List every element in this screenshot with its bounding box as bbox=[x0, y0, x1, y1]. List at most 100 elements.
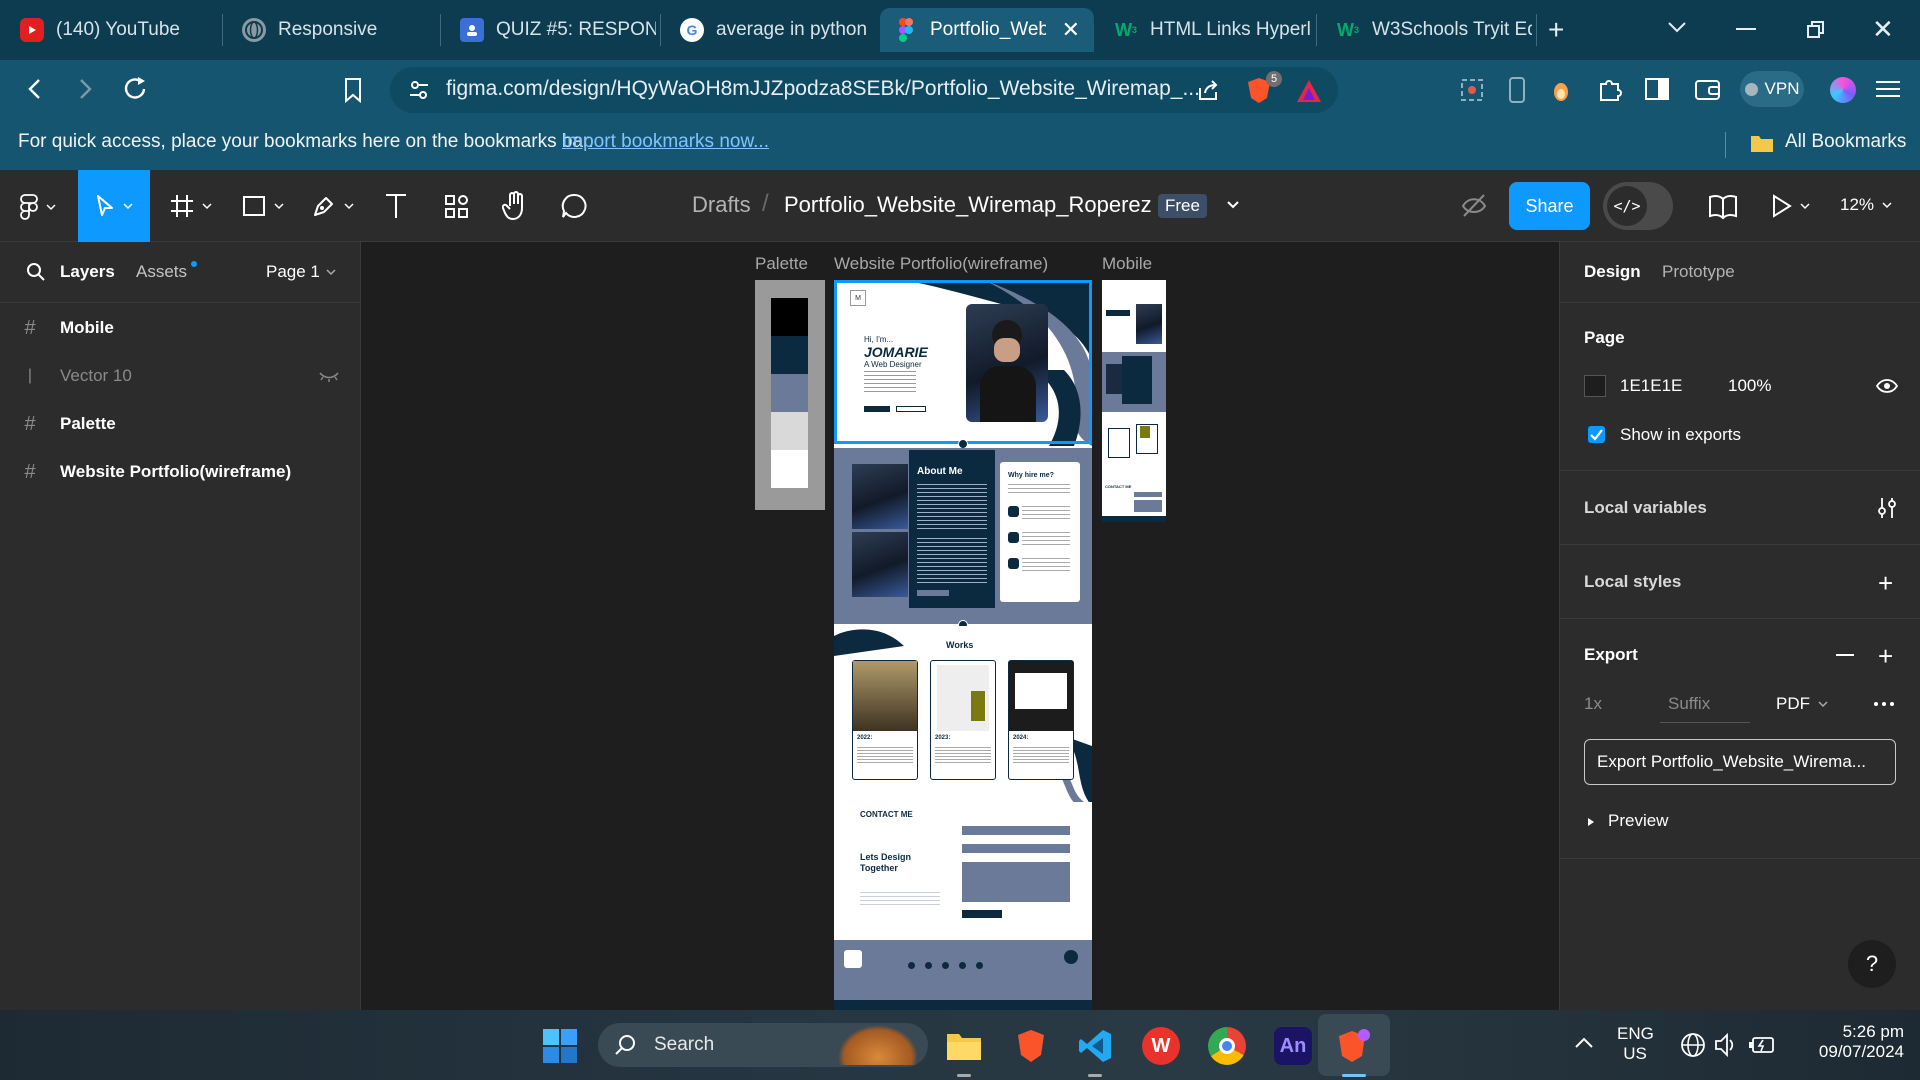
screenshot-icon[interactable] bbox=[1460, 78, 1484, 102]
export-more-icon[interactable] bbox=[1874, 702, 1894, 706]
language-indicator[interactable]: ENG US bbox=[1617, 1024, 1654, 1064]
breadcrumb-drafts[interactable]: Drafts bbox=[692, 192, 751, 218]
page-color-hex[interactable]: 1E1E1E bbox=[1620, 376, 1682, 396]
all-bookmarks-button[interactable]: All Bookmarks bbox=[1785, 131, 1906, 153]
eye-icon[interactable] bbox=[1876, 378, 1898, 394]
tray-chevron-up-icon[interactable] bbox=[1574, 1036, 1594, 1050]
volume-icon[interactable] bbox=[1714, 1032, 1738, 1058]
comment-tool-button[interactable] bbox=[560, 192, 588, 220]
remove-export-icon[interactable] bbox=[1836, 654, 1854, 656]
reload-button[interactable] bbox=[122, 75, 150, 103]
vpn-button[interactable]: VPN bbox=[1740, 71, 1804, 107]
shape-tool-button[interactable] bbox=[242, 194, 284, 218]
pen-tool-button[interactable] bbox=[312, 194, 354, 218]
brave-rewards-icon[interactable] bbox=[1296, 79, 1322, 103]
tab-w3schools-tryit[interactable]: W3 W3Schools Tryit Ed bbox=[1322, 8, 1532, 52]
hidden-eye-icon[interactable] bbox=[318, 370, 340, 382]
layer-vector-10[interactable]: | Vector 10 bbox=[0, 352, 360, 400]
tab-figma-active[interactable]: Portfolio_Web ✕ bbox=[880, 8, 1094, 52]
show-in-exports-checkbox[interactable] bbox=[1588, 426, 1605, 443]
website-wireframe-frame[interactable]: M Hi, I'm... JOMARIE A Web Designer Abou… bbox=[834, 280, 1092, 1010]
tab-html-links[interactable]: W3 HTML Links Hyperl bbox=[1100, 8, 1310, 52]
url-text[interactable]: figma.com/design/HQyWaOH8mJJZpodza8SEBk/… bbox=[446, 77, 1200, 101]
wallet-icon[interactable] bbox=[1694, 77, 1722, 101]
tab-search-chevron-icon[interactable] bbox=[1666, 16, 1688, 38]
file-menu-chevron-icon[interactable] bbox=[1226, 200, 1240, 210]
layer-website-portfolio[interactable]: # Website Portfolio(wireframe) bbox=[0, 448, 360, 496]
brave-taskbar-icon[interactable] bbox=[1012, 1027, 1050, 1065]
tab-design[interactable]: Design bbox=[1584, 262, 1641, 282]
zoom-menu[interactable]: 12% bbox=[1840, 195, 1892, 215]
restore-window-button[interactable] bbox=[1806, 20, 1826, 40]
export-scale[interactable]: 1x bbox=[1584, 694, 1602, 714]
resources-tool-button[interactable] bbox=[444, 194, 470, 220]
mobile-frame[interactable]: CONTACT ME bbox=[1102, 280, 1166, 522]
hand-tool-button[interactable] bbox=[502, 190, 528, 222]
brave-active-icon[interactable] bbox=[1335, 1027, 1373, 1065]
tab-google[interactable]: G average in python bbox=[666, 8, 876, 52]
profile-avatar[interactable] bbox=[1830, 77, 1856, 103]
vscode-icon[interactable] bbox=[1076, 1027, 1114, 1065]
tab-layers[interactable]: Layers bbox=[60, 262, 115, 282]
site-settings-icon[interactable] bbox=[408, 79, 430, 101]
library-icon[interactable] bbox=[1708, 192, 1738, 220]
battery-icon[interactable] bbox=[1748, 1034, 1776, 1056]
extension-flame-icon[interactable] bbox=[1552, 77, 1570, 103]
search-icon[interactable] bbox=[26, 262, 46, 282]
layer-mobile[interactable]: # Mobile bbox=[0, 304, 360, 352]
close-tab-icon[interactable]: ✕ bbox=[1062, 17, 1080, 43]
tab-prototype[interactable]: Prototype bbox=[1662, 262, 1735, 282]
tab-assets[interactable]: Assets bbox=[136, 262, 187, 282]
share-button[interactable]: Share bbox=[1509, 182, 1590, 230]
chrome-icon[interactable] bbox=[1208, 1027, 1246, 1065]
frame-tool-button[interactable] bbox=[170, 194, 212, 218]
page-selector[interactable]: Page 1 bbox=[266, 262, 336, 282]
export-button[interactable]: Export Portfolio_Website_Wirema... bbox=[1584, 739, 1896, 785]
frame-label-palette[interactable]: Palette bbox=[755, 254, 808, 274]
new-tab-button[interactable]: + bbox=[1548, 14, 1564, 46]
windows-start-icon[interactable] bbox=[542, 1028, 578, 1064]
animate-icon[interactable]: An bbox=[1274, 1027, 1312, 1065]
move-tool-button[interactable] bbox=[78, 170, 150, 242]
file-name[interactable]: Portfolio_Website_Wiremap_Roperez bbox=[784, 192, 1152, 218]
sidebar-toggle-icon[interactable] bbox=[1644, 77, 1670, 101]
tab-quiz[interactable]: QUIZ #5: RESPONS bbox=[446, 8, 656, 52]
frame-label-mobile[interactable]: Mobile bbox=[1102, 254, 1152, 274]
import-bookmarks-link[interactable]: Import bookmarks now... bbox=[562, 131, 769, 153]
extensions-puzzle-icon[interactable] bbox=[1596, 76, 1624, 104]
figma-canvas[interactable]: Palette Website Portfolio(wireframe) Mob… bbox=[362, 242, 1559, 1010]
layer-palette[interactable]: # Palette bbox=[0, 400, 360, 448]
text-tool-button[interactable] bbox=[384, 192, 408, 220]
browser-menu-icon[interactable] bbox=[1876, 78, 1900, 100]
present-button[interactable] bbox=[1772, 194, 1810, 218]
share-page-icon[interactable] bbox=[1196, 78, 1220, 102]
forward-button[interactable] bbox=[74, 77, 96, 101]
figma-main-menu[interactable] bbox=[20, 194, 56, 220]
taskbar-search[interactable]: Search bbox=[598, 1023, 928, 1067]
help-button[interactable]: ? bbox=[1848, 940, 1896, 988]
minimize-window-button[interactable] bbox=[1736, 28, 1756, 30]
wps-office-icon[interactable]: W bbox=[1142, 1027, 1180, 1065]
frame-label-website[interactable]: Website Portfolio(wireframe) bbox=[834, 254, 1048, 274]
page-color-opacity[interactable]: 100% bbox=[1728, 376, 1771, 396]
palette-frame[interactable] bbox=[755, 280, 825, 510]
tab-responsive[interactable]: Responsive bbox=[228, 8, 438, 52]
add-export-icon[interactable]: + bbox=[1878, 641, 1893, 672]
export-suffix-field[interactable]: Suffix bbox=[1668, 694, 1710, 714]
clock[interactable]: 5:26 pm 09/07/2024 bbox=[1796, 1022, 1904, 1062]
variables-icon[interactable] bbox=[1876, 496, 1898, 520]
close-window-button[interactable]: ✕ bbox=[1872, 14, 1894, 45]
add-style-icon[interactable]: + bbox=[1878, 568, 1893, 599]
export-format-select[interactable]: PDF bbox=[1776, 694, 1828, 714]
hide-ui-icon[interactable] bbox=[1460, 192, 1488, 218]
bookmark-icon[interactable] bbox=[343, 77, 363, 103]
expand-triangle-icon[interactable] bbox=[1586, 816, 1596, 828]
dev-mode-toggle[interactable]: </> bbox=[1603, 182, 1673, 230]
mobile-view-icon[interactable] bbox=[1508, 76, 1526, 104]
preview-toggle[interactable]: Preview bbox=[1608, 811, 1668, 831]
tab-youtube[interactable]: (140) YouTube bbox=[6, 8, 216, 52]
url-field[interactable]: figma.com/design/HQyWaOH8mJJZpodza8SEBk/… bbox=[390, 67, 1338, 113]
back-button[interactable] bbox=[24, 77, 46, 101]
page-color-swatch[interactable] bbox=[1584, 375, 1606, 397]
network-icon[interactable] bbox=[1680, 1032, 1706, 1058]
